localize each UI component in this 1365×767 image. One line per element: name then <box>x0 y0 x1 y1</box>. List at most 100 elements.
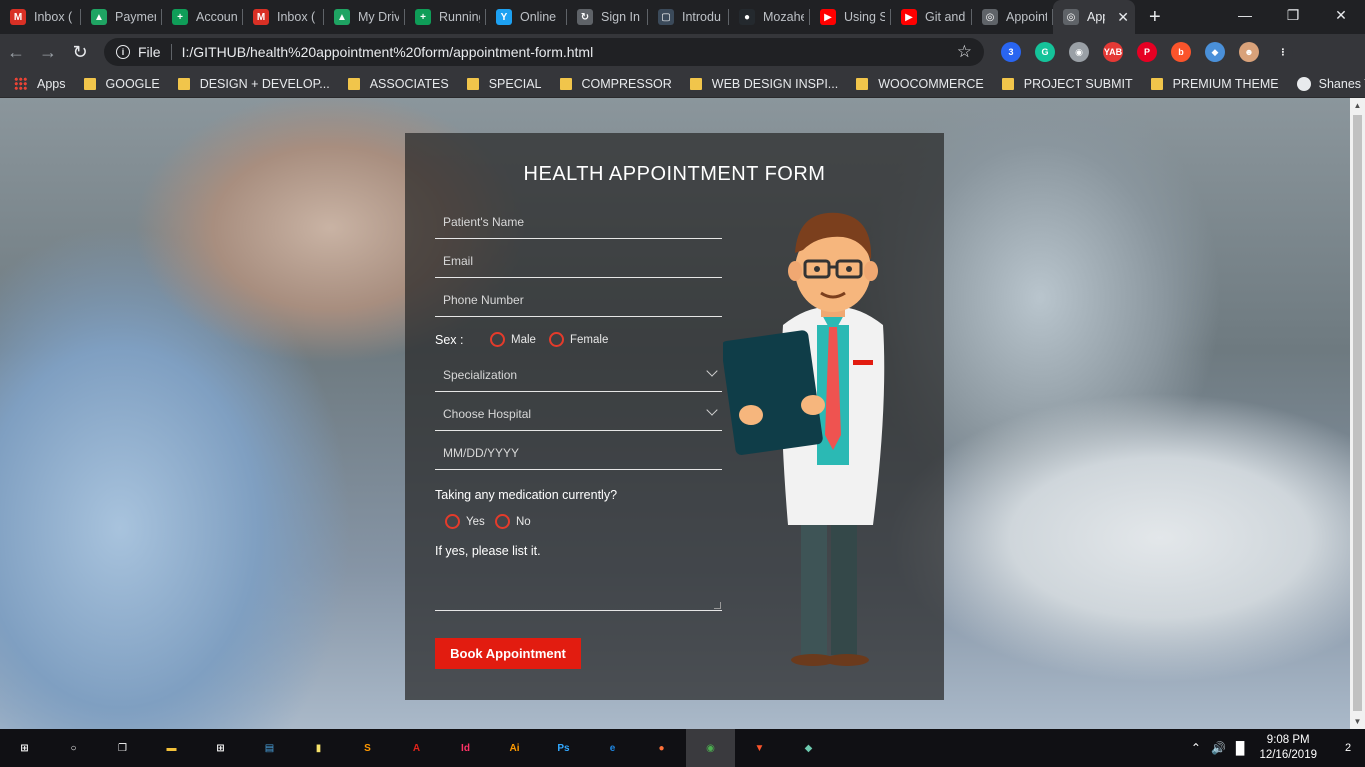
resize-grip-icon[interactable] <box>714 602 721 609</box>
bookmark-item[interactable]: Apps <box>14 77 66 91</box>
info-icon[interactable]: i <box>116 45 130 59</box>
browser-tab[interactable]: ▲ My Driv <box>324 0 405 34</box>
bookmark-item[interactable]: WEB DESIGN INSPI... <box>689 77 838 91</box>
task-view-icon[interactable]: ❐ <box>98 729 147 767</box>
page-scrollbar[interactable]: ▲ ▼ <box>1350 98 1365 729</box>
bookmark-label: DESIGN + DEVELOP... <box>199 76 330 91</box>
browser-tab[interactable]: M Inbox ( <box>243 0 324 34</box>
close-window-icon[interactable]: ✕ <box>1317 0 1365 30</box>
medication-yes-radio[interactable]: Yes <box>445 514 485 529</box>
new-tab-button[interactable]: + <box>1135 0 1175 34</box>
email-input[interactable]: Email <box>435 244 722 278</box>
browser-tab[interactable]: ◎ App ✕ <box>1053 0 1135 34</box>
bookmark-item[interactable]: Shanes Tools <box>1296 76 1365 91</box>
camera-icon[interactable]: ◉ <box>1069 42 1089 62</box>
bookmark-star-icon[interactable]: ☆ <box>957 42 972 62</box>
store-icon[interactable]: ⊞ <box>196 729 245 767</box>
pinterest-icon[interactable]: P <box>1137 42 1157 62</box>
radio-circle-icon[interactable] <box>490 332 505 347</box>
address-bar[interactable]: i File I:/GITHUB/health%20appointment%20… <box>104 38 984 66</box>
bookmark-item[interactable]: PREMIUM THEME <box>1150 77 1279 91</box>
volume-icon[interactable]: 🔊 <box>1211 741 1226 755</box>
book-appointment-button[interactable]: Book Appointment <box>435 638 581 669</box>
minimize-icon[interactable]: — <box>1221 0 1269 30</box>
search-circle-icon[interactable]: ○ <box>49 729 98 767</box>
sublime-text-icon[interactable]: S <box>343 729 392 767</box>
css-icon[interactable]: 3 <box>1001 42 1021 62</box>
extensions-area: 3 G ◉ YAB Pb ◆ ☻ ⋮ <box>994 42 1300 62</box>
acrobat-icon[interactable]: A <box>392 729 441 767</box>
browser-tab[interactable]: ▶ Git and <box>891 0 972 34</box>
form-title: HEALTH APPOINTMENT FORM <box>523 163 826 185</box>
browser-tab[interactable]: M Inbox ( <box>0 0 81 34</box>
scrollbar-thumb[interactable] <box>1353 115 1362 711</box>
illustrator-icon[interactable]: Ai <box>490 729 539 767</box>
back-arrow-icon[interactable]: ← <box>0 36 32 68</box>
yab-icon[interactable]: YAB <box>1103 42 1123 62</box>
chevron-down-icon[interactable] <box>706 404 718 416</box>
profile-avatar-icon[interactable]: ☻ <box>1239 42 1259 62</box>
control-panel-icon[interactable]: ▤ <box>245 729 294 767</box>
brave-icon[interactable]: ▼ <box>735 729 784 767</box>
sex-female-radio[interactable]: Female <box>549 332 608 347</box>
browser-tab[interactable]: ● Mozahe <box>729 0 810 34</box>
chevron-down-icon[interactable] <box>706 365 718 377</box>
scroll-down-arrow-icon[interactable]: ▼ <box>1350 714 1365 729</box>
bookmark-item[interactable]: COMPRESSOR <box>559 77 672 91</box>
specialization-select[interactable]: Specialization <box>435 358 722 392</box>
browser-tab[interactable]: ▲ Paymen <box>81 0 162 34</box>
url-text[interactable]: I:/GITHUB/health%20appointment%20form/ap… <box>182 44 957 60</box>
reload-icon[interactable]: ↻ <box>64 36 96 68</box>
browser-tab[interactable]: ▢ Introdu <box>648 0 729 34</box>
browser-tab[interactable]: Y Online <box>486 0 567 34</box>
tab-label: Sign In <box>601 10 640 24</box>
indesign-icon[interactable]: Id <box>441 729 490 767</box>
hospital-select[interactable]: Choose Hospital <box>435 397 722 431</box>
document-icon: ▢ <box>658 9 674 25</box>
taskbar-glyph: ⊞ <box>216 742 225 754</box>
radio-circle-icon[interactable] <box>549 332 564 347</box>
extension-icon[interactable]: ◆ <box>1205 42 1225 62</box>
grammarly-icon[interactable]: G <box>1035 42 1055 62</box>
browser-tab[interactable]: ◎ Appoint <box>972 0 1053 34</box>
medication-no-radio[interactable]: No <box>495 514 531 529</box>
browser-tab[interactable]: ↻ Sign In <box>567 0 648 34</box>
forward-arrow-icon[interactable]: → <box>32 36 64 68</box>
bookmark-item[interactable]: PROJECT SUBMIT <box>1001 77 1133 91</box>
menu-icon[interactable]: ⋮ <box>1273 42 1293 62</box>
network-signal-icon[interactable]: █ <box>1236 741 1245 755</box>
sticky-notes-icon[interactable]: ▮ <box>294 729 343 767</box>
maximize-icon[interactable]: ❐ <box>1269 0 1317 30</box>
bookmark-item[interactable]: WOOCOMMERCE <box>856 77 984 91</box>
taskbar-glyph: Ps <box>557 742 570 754</box>
radio-circle-icon[interactable] <box>445 514 460 529</box>
bookmark-item[interactable]: DESIGN + DEVELOP... <box>177 76 330 91</box>
medication-list-textarea[interactable] <box>435 573 722 611</box>
radio-circle-icon[interactable] <box>495 514 510 529</box>
bookmark-item[interactable]: GOOGLE <box>83 77 160 91</box>
file-explorer-icon[interactable]: ▬ <box>147 729 196 767</box>
phone-input[interactable]: Phone Number <box>435 283 722 317</box>
gmail-icon: M <box>253 9 269 25</box>
bookmark-item[interactable]: SPECIAL <box>466 77 542 91</box>
browser-tab[interactable]: + Accoun <box>162 0 243 34</box>
browser-tab[interactable]: + Running <box>405 0 486 34</box>
date-input[interactable]: MM/DD/YYYY <box>435 436 722 470</box>
chrome-icon[interactable]: ◉ <box>686 729 735 767</box>
sex-male-radio[interactable]: Male <box>490 332 536 347</box>
windows-start-icon[interactable]: ⊞ <box>0 729 49 767</box>
scroll-up-arrow-icon[interactable]: ▲ <box>1350 98 1365 113</box>
gitkraken-icon[interactable]: ◆ <box>784 729 833 767</box>
photoshop-icon[interactable]: Ps <box>539 729 588 767</box>
patient-name-input[interactable]: Patient's Name <box>435 205 722 239</box>
bookmark-item[interactable]: ASSOCIATES <box>347 77 449 91</box>
tray-chevron-icon[interactable]: ⌃ <box>1191 741 1201 755</box>
close-tab-icon[interactable]: ✕ <box>1117 9 1129 26</box>
system-clock[interactable]: 9:08 PM 12/16/2019 <box>1259 733 1317 763</box>
firefox-icon[interactable]: ● <box>637 729 686 767</box>
browser-tab[interactable]: ▶ Using S <box>810 0 891 34</box>
sheets-icon: + <box>415 9 431 25</box>
brave-rewards-icon[interactable]: b <box>1171 42 1191 62</box>
notification-center-icon[interactable]: 2 <box>1331 742 1365 754</box>
edge-icon[interactable]: e <box>588 729 637 767</box>
